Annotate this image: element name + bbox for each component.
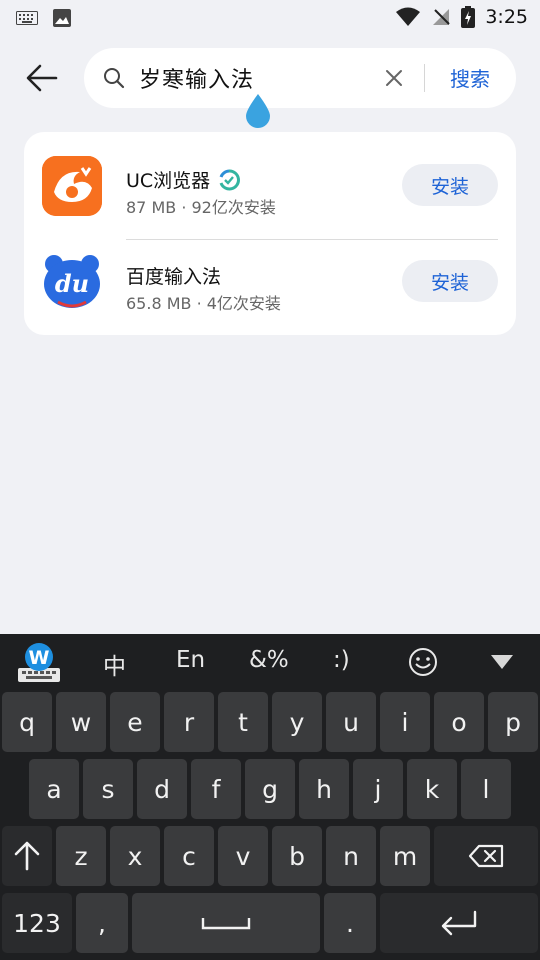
clear-icon[interactable]: [384, 68, 404, 88]
key-i[interactable]: i: [380, 692, 430, 752]
no-signal-icon: [433, 9, 451, 25]
collapse-keyboard-icon[interactable]: [490, 654, 514, 670]
emoticon-key[interactable]: :): [333, 647, 350, 673]
emoji-icon[interactable]: [408, 647, 438, 677]
svg-text:W: W: [29, 647, 50, 669]
back-button[interactable]: [22, 58, 62, 98]
search-input[interactable]: 岁寒输入法: [139, 62, 254, 94]
svg-text:du: du: [55, 269, 89, 298]
enter-icon: [441, 910, 477, 936]
period-key[interactable]: .: [324, 893, 376, 953]
key-g[interactable]: g: [245, 759, 295, 819]
key-x[interactable]: x: [110, 826, 160, 886]
key-h[interactable]: h: [299, 759, 349, 819]
clock: 3:25: [485, 6, 528, 28]
key-q[interactable]: q: [2, 692, 52, 752]
cursor-handle-icon[interactable]: [243, 94, 273, 130]
install-button[interactable]: 安装: [402, 164, 498, 206]
install-button[interactable]: 安装: [402, 260, 498, 302]
search-icon: [104, 68, 125, 89]
battery-charging-icon: [461, 6, 476, 28]
enter-key[interactable]: [380, 893, 538, 953]
key-r[interactable]: r: [164, 692, 214, 752]
key-a[interactable]: a: [29, 759, 79, 819]
app-name: UC浏览器: [126, 166, 241, 193]
keyboard-toolbar: W 中 En &% :): [0, 634, 540, 690]
key-j[interactable]: j: [353, 759, 403, 819]
key-u[interactable]: u: [326, 692, 376, 752]
key-v[interactable]: v: [218, 826, 268, 886]
search-divider: [424, 64, 425, 92]
backspace-icon: [468, 844, 504, 868]
baidu-ime-icon: du: [42, 252, 102, 312]
keyboard-logo-icon[interactable]: W: [16, 642, 62, 684]
app-meta: 87 MB · 92亿次安装: [126, 198, 276, 217]
key-m[interactable]: m: [380, 826, 430, 886]
key-w[interactable]: w: [56, 692, 106, 752]
space-bar-icon: [201, 918, 251, 930]
shift-key[interactable]: [2, 826, 52, 886]
status-bar: 3:25: [0, 0, 540, 36]
verified-badge-icon: [219, 168, 241, 190]
search-button[interactable]: 搜索: [450, 63, 490, 92]
key-n[interactable]: n: [326, 826, 376, 886]
key-y[interactable]: y: [272, 692, 322, 752]
key-p[interactable]: p: [488, 692, 538, 752]
image-notification-icon: [53, 9, 71, 27]
key-e[interactable]: e: [110, 692, 160, 752]
english-mode-key[interactable]: En: [176, 647, 205, 673]
wifi-icon: [396, 7, 421, 26]
back-arrow-icon: [26, 64, 58, 92]
key-z[interactable]: z: [56, 826, 106, 886]
key-t[interactable]: t: [218, 692, 268, 752]
numbers-key[interactable]: 123: [2, 893, 72, 953]
shift-arrow-icon: [14, 841, 40, 871]
app-name: 百度输入法: [126, 266, 222, 288]
search-bar: 岁寒输入法 搜索: [84, 48, 516, 108]
list-item[interactable]: UC浏览器 87 MB · 92亿次安装 安装: [24, 138, 516, 240]
list-item[interactable]: du 百度输入法 65.8 MB · 4亿次安装 安装: [24, 234, 516, 330]
keyboard-notification-icon: [16, 11, 38, 25]
comma-key[interactable]: ,: [76, 893, 128, 953]
uc-browser-icon: [42, 156, 102, 216]
key-o[interactable]: o: [434, 692, 484, 752]
key-s[interactable]: s: [83, 759, 133, 819]
space-key[interactable]: [132, 893, 320, 953]
key-l[interactable]: l: [461, 759, 511, 819]
backspace-key[interactable]: [434, 826, 538, 886]
key-k[interactable]: k: [407, 759, 457, 819]
key-f[interactable]: f: [191, 759, 241, 819]
key-b[interactable]: b: [272, 826, 322, 886]
key-c[interactable]: c: [164, 826, 214, 886]
app-meta: 65.8 MB · 4亿次安装: [126, 294, 281, 313]
chinese-mode-key[interactable]: 中: [103, 647, 126, 681]
key-d[interactable]: d: [137, 759, 187, 819]
symbols-key[interactable]: &%: [249, 647, 289, 673]
results-card: UC浏览器 87 MB · 92亿次安装 安装 du 百度输入法 65.8 MB…: [24, 132, 516, 335]
soft-keyboard: W 中 En &% :) q w e r t y u i o p a s d f…: [0, 634, 540, 960]
